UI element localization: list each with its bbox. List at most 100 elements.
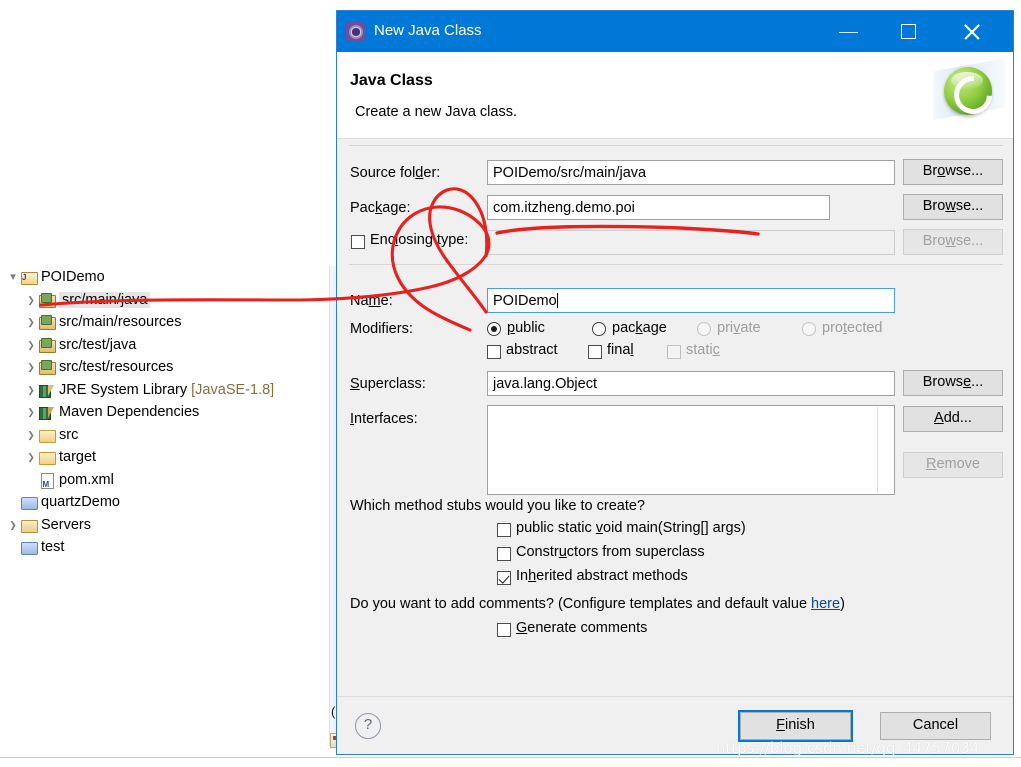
enclosing-type-browse-button: Browse... [903, 229, 1003, 255]
chevron-right-icon[interactable] [6, 514, 20, 536]
configure-templates-link[interactable]: here [811, 596, 840, 612]
tree-item-src-test-java[interactable]: src/test/java [24, 334, 136, 356]
tree-item-label: target [59, 449, 97, 466]
interfaces-label: Interfaces: [350, 411, 418, 427]
superclass-input[interactable]: java.lang.Object [487, 371, 895, 396]
chevron-right-icon[interactable] [24, 401, 38, 423]
new-java-class-dialog: New Java Class Java Class Create a new J… [336, 10, 1014, 755]
dialog-header: Java Class Create a new Java class. [337, 52, 1013, 138]
modifier-label-package: package [612, 320, 667, 336]
source-folder-input[interactable]: POIDemo/src/main/java [487, 160, 895, 185]
chevron-down-icon[interactable] [6, 266, 20, 288]
chevron-right-icon[interactable] [24, 424, 38, 446]
stub-checkbox-constructors[interactable] [497, 547, 511, 561]
java-project-icon [20, 267, 38, 289]
top-divider [349, 145, 1003, 146]
java-class-wizard-icon [346, 22, 365, 41]
tree-item-src-main-resources[interactable]: src/main/resources [24, 311, 181, 333]
tree-item-label: src/main/java [59, 291, 151, 308]
stub-checkbox-main[interactable] [497, 523, 511, 537]
package-explorer-tree[interactable]: POIDemo src/main/java src/main/resources sr… [0, 266, 330, 586]
source-folder-icon [38, 292, 56, 308]
chevron-right-icon[interactable] [24, 446, 38, 468]
closed-project-icon [20, 539, 38, 556]
finish-button[interactable]: Finish [738, 710, 853, 742]
package-browse-button[interactable]: Browse... [903, 194, 1003, 220]
tree-item-label: src/test/java [59, 336, 137, 353]
tree-item-src-test-resources[interactable]: src/test/resources [24, 356, 173, 378]
stub-label-main: public static void main(String[] args) [516, 520, 746, 536]
modifier-radio-public[interactable] [487, 322, 501, 336]
tree-item-detail: [JavaSE-1.8] [191, 381, 275, 398]
modifier-label-abstract: abstract [506, 342, 558, 358]
source-folder-label: Source folder: [350, 165, 441, 181]
tree-item-label: quartzDemo [41, 494, 120, 511]
dialog-title-bar: New Java Class [337, 11, 1013, 52]
enclosing-type-checkbox[interactable] [351, 235, 365, 249]
xml-file-icon [38, 472, 56, 496]
source-folder-browse-button[interactable]: Browse... [903, 159, 1003, 185]
stub-checkbox-inherited[interactable] [497, 571, 511, 585]
page-title: Java Class [350, 72, 433, 89]
tree-item-servers[interactable]: Servers [6, 514, 91, 536]
tree-item-label: pom.xml [59, 471, 114, 488]
tree-item-label: src/test/resources [59, 359, 174, 376]
stub-label-constructors: Constructors from superclass [516, 544, 705, 560]
chevron-right-icon[interactable] [24, 311, 38, 333]
modifier-label-final: final [607, 342, 634, 358]
help-question-icon[interactable]: ? [355, 713, 381, 739]
modifier-checkbox-abstract[interactable] [487, 345, 501, 359]
name-input[interactable]: POIDemo [487, 288, 895, 313]
package-input[interactable]: com.itzheng.demo.poi [487, 195, 830, 220]
interfaces-list[interactable] [487, 405, 895, 495]
modifier-radio-private [697, 322, 711, 336]
cancel-button[interactable]: Cancel [880, 712, 991, 740]
modifier-label-protected: protected [822, 320, 883, 336]
tree-item-src[interactable]: src [24, 424, 78, 446]
tree-item-src-main-java[interactable]: src/main/java [24, 289, 151, 311]
tree-item-quartzdemo[interactable]: quartzDemo [6, 491, 120, 513]
modifiers-label: Modifiers: [350, 321, 413, 337]
chevron-right-icon[interactable] [24, 379, 38, 401]
closed-project-icon [20, 494, 38, 511]
modifier-radio-protected [802, 322, 816, 336]
comments-question: Do you want to add comments? (Configure … [350, 596, 845, 612]
chevron-right-icon[interactable] [24, 289, 38, 311]
source-folder-icon [38, 337, 56, 353]
maximize-button[interactable] [887, 11, 933, 52]
enclosing-type-label: Enclosing type: [370, 232, 469, 248]
library-icon [38, 382, 56, 398]
tree-item-test[interactable]: test [6, 536, 64, 558]
modifier-radio-package[interactable] [592, 322, 606, 336]
interfaces-remove-button: Remove [903, 452, 1003, 478]
method-stubs-question: Which method stubs would you like to cre… [350, 498, 645, 514]
chevron-right-icon[interactable] [24, 356, 38, 378]
enclosing-type-input[interactable] [487, 230, 895, 255]
modifier-checkbox-static [667, 345, 681, 359]
interfaces-add-button[interactable]: Add... [903, 406, 1003, 432]
modifier-label-public: public [507, 320, 545, 336]
tree-item-label: src [59, 426, 79, 443]
tree-item-target[interactable]: target [24, 446, 96, 468]
tree-item-pom-xml[interactable]: pom.xml [24, 469, 114, 496]
page-subtitle: Create a new Java class. [355, 104, 517, 120]
chevron-right-icon[interactable] [24, 334, 38, 356]
stub-label-inherited: Inherited abstract methods [516, 568, 688, 584]
tree-item-poidemo[interactable]: POIDemo [6, 266, 105, 289]
superclass-browse-button[interactable]: Browse... [903, 370, 1003, 396]
tree-item-label: Servers [41, 516, 91, 533]
dialog-title: New Java Class [374, 22, 482, 39]
name-label: Name: [350, 293, 393, 309]
modifier-label-static: static [686, 342, 720, 358]
maven-dependencies-icon [38, 404, 56, 421]
generate-comments-checkbox[interactable] [497, 623, 511, 637]
watermark: https://blog.csdn.net/qq_44757034 [716, 739, 980, 757]
superclass-label: Superclass: [350, 376, 426, 392]
close-button[interactable] [949, 11, 995, 52]
generate-comments-label: Generate comments [516, 620, 648, 636]
modifier-checkbox-final[interactable] [588, 345, 602, 359]
minimize-button[interactable] [827, 11, 873, 52]
servers-folder-icon [20, 517, 38, 533]
tree-item-maven-dependencies[interactable]: Maven Dependencies [24, 401, 199, 423]
tree-item-jre-system-library[interactable]: JRE System Library [JavaSE-1.8] [24, 379, 274, 401]
